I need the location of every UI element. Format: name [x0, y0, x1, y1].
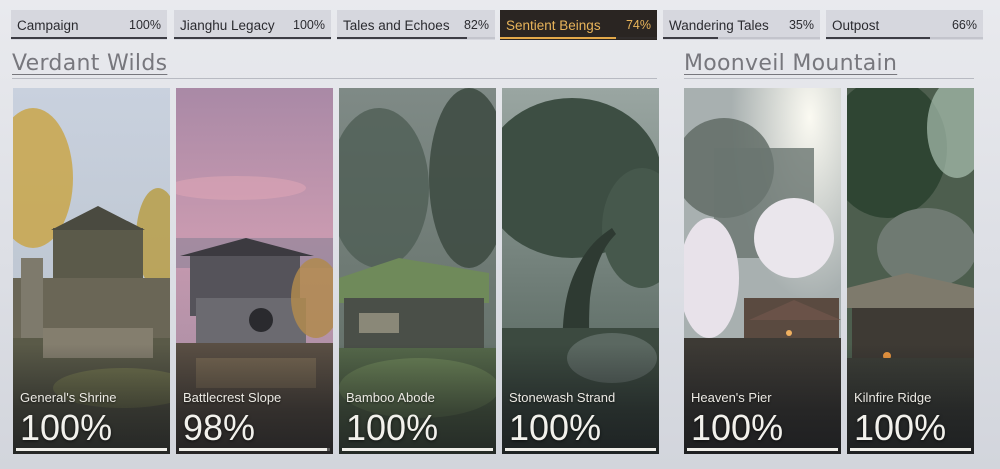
- tab-sentient-beings[interactable]: Sentient Beings 74%: [500, 10, 657, 40]
- tab-progress-fill: [11, 37, 167, 39]
- tab-percent: 74%: [625, 18, 651, 32]
- location-card-kilnfire-ridge[interactable]: Kilnfire Ridge 100%: [847, 88, 974, 454]
- tab-progress-fill: [500, 37, 617, 39]
- location-name: Kilnfire Ridge: [854, 390, 932, 405]
- location-progress-fill: [687, 448, 838, 451]
- region-divider: [12, 78, 657, 79]
- tab-percent: 35%: [788, 18, 814, 32]
- tab-tales-and-echoes[interactable]: Tales and Echoes 82%: [337, 10, 495, 40]
- location-name: Stonewash Strand: [509, 390, 616, 405]
- tab-progress-fill: [174, 37, 331, 39]
- location-card-stonewash-strand[interactable]: Stonewash Strand 100%: [502, 88, 659, 454]
- tab-label: Tales and Echoes: [343, 18, 450, 33]
- tab-wandering-tales[interactable]: Wandering Tales 35%: [663, 10, 820, 40]
- location-name: Bamboo Abode: [346, 390, 435, 405]
- tab-label: Outpost: [832, 18, 880, 33]
- location-percent: 100%: [691, 407, 784, 448]
- tab-label: Wandering Tales: [669, 18, 769, 33]
- region-title-moonveil-mountain: Moonveil Mountain: [684, 51, 898, 76]
- location-percent: 100%: [509, 407, 602, 448]
- location-percent: 100%: [346, 407, 439, 448]
- tab-progress-fill: [663, 37, 718, 39]
- location-progress-fill: [850, 448, 971, 451]
- tab-label: Sentient Beings: [506, 18, 601, 33]
- tab-campaign[interactable]: Campaign 100%: [11, 10, 167, 40]
- location-card-battlecrest-slope[interactable]: Battlecrest Slope 98%: [176, 88, 333, 454]
- location-name: Battlecrest Slope: [183, 390, 282, 405]
- tab-percent: 100%: [129, 18, 161, 32]
- region-title-verdant-wilds: Verdant Wilds: [12, 51, 168, 76]
- tab-progress-fill: [337, 37, 467, 39]
- location-progress-fill: [16, 448, 167, 451]
- location-card-heavens-pier[interactable]: Heaven's Pier 100%: [684, 88, 841, 454]
- location-percent: 100%: [20, 407, 113, 448]
- tab-progress-fill: [826, 37, 930, 39]
- location-progress-fill: [179, 448, 327, 451]
- location-card-bamboo-abode[interactable]: Bamboo Abode 100%: [339, 88, 496, 454]
- tab-jianghu-legacy[interactable]: Jianghu Legacy 100%: [174, 10, 331, 40]
- tab-percent: 100%: [293, 18, 325, 32]
- location-progress-fill: [342, 448, 493, 451]
- location-progress-fill: [505, 448, 656, 451]
- tab-percent: 82%: [463, 18, 489, 32]
- location-name: General's Shrine: [20, 390, 117, 405]
- tab-label: Campaign: [17, 18, 79, 33]
- tab-outpost[interactable]: Outpost 66%: [826, 10, 983, 40]
- location-name: Heaven's Pier: [691, 390, 772, 405]
- tab-percent: 66%: [951, 18, 977, 32]
- region-divider: [684, 78, 974, 79]
- location-percent: 100%: [854, 407, 947, 448]
- location-percent: 98%: [183, 407, 256, 448]
- tab-label: Jianghu Legacy: [180, 18, 275, 33]
- location-card-generals-shrine[interactable]: General's Shrine 100%: [13, 88, 170, 454]
